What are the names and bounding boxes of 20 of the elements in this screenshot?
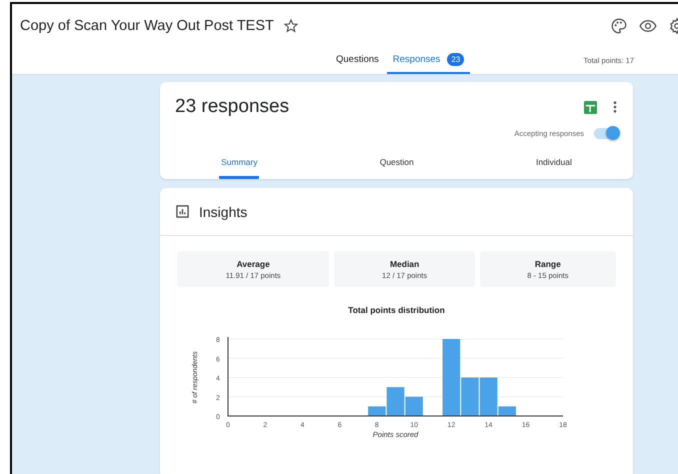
accepting-toggle[interactable] xyxy=(594,128,618,139)
header-tab[interactable]: Questions xyxy=(330,53,385,74)
spreadsheet-icon[interactable] xyxy=(584,100,597,114)
header-tab[interactable]: Responses 23 xyxy=(386,53,470,74)
star-icon[interactable] xyxy=(282,18,299,34)
eye-icon[interactable] xyxy=(639,17,657,35)
stat-label: Median xyxy=(390,259,420,269)
view-tab[interactable]: Summary xyxy=(219,153,260,179)
responses-heading: 23 responses xyxy=(175,96,290,118)
chart-title: Total points distribution xyxy=(347,305,446,315)
insights-title: Insights xyxy=(199,204,248,220)
form-title: Copy of Scan Your Way Out Post TEST xyxy=(20,18,274,34)
chart-icon xyxy=(176,205,189,218)
palette-icon[interactable] xyxy=(610,17,628,35)
view-tab[interactable]: Individual xyxy=(534,153,574,179)
view-tab[interactable]: Question xyxy=(378,153,416,179)
stat-label: Average xyxy=(236,259,270,269)
stat-label: Range xyxy=(534,259,561,269)
count-badge: 23 xyxy=(447,53,464,66)
more-options-icon[interactable] xyxy=(613,101,617,113)
